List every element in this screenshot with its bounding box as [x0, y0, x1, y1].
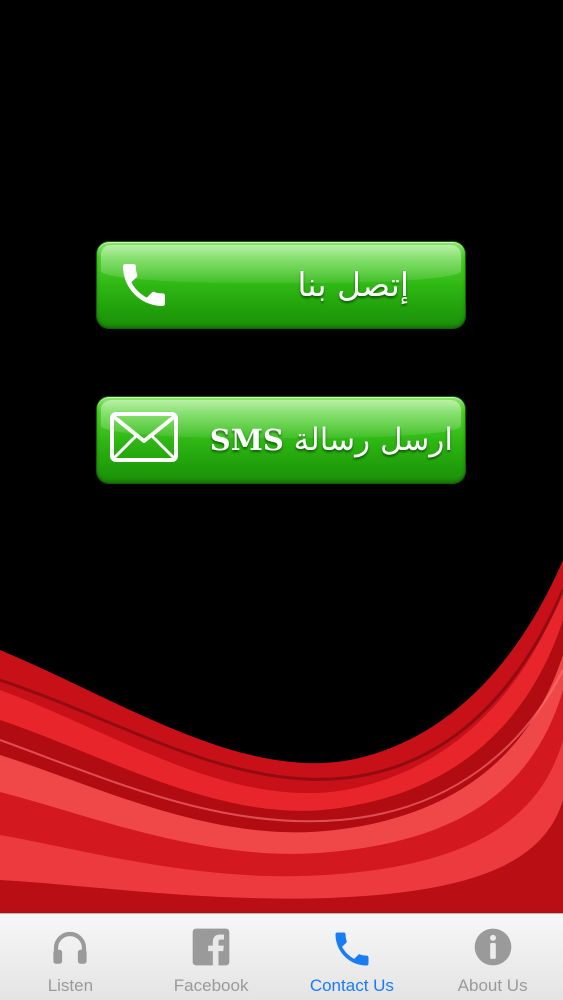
tab-facebook-label: Facebook: [173, 976, 249, 995]
tab-about-us[interactable]: About Us: [422, 914, 563, 1000]
phone-icon: [330, 927, 374, 975]
tab-facebook[interactable]: Facebook: [141, 914, 282, 1000]
headphones-icon: [49, 927, 91, 973]
send-sms-label-en: SMS: [209, 423, 284, 457]
envelope-icon: [109, 411, 179, 467]
phone-icon: [115, 257, 173, 317]
call-us-label: إتصل بنا: [297, 265, 409, 304]
tab-bar: Listen Facebook Contact Us About Us: [0, 913, 563, 1000]
tab-listen-label: Listen: [47, 976, 94, 995]
send-sms-label: ارسل رسالة SMS: [210, 397, 453, 483]
tab-listen[interactable]: Listen: [0, 914, 141, 1000]
tab-about-us-label: About Us: [457, 976, 528, 995]
facebook-icon: [191, 927, 231, 971]
send-sms-button[interactable]: ارسل رسالة SMS: [97, 397, 465, 483]
tab-contact-us[interactable]: Contact Us: [282, 914, 423, 1000]
content-area: إتصل بنا ارسل رسالة SMS: [0, 0, 563, 913]
info-icon: [473, 927, 513, 971]
send-sms-label-ar: ارسل رسالة: [293, 422, 453, 458]
tab-contact-us-label: Contact Us: [309, 976, 394, 995]
call-us-button[interactable]: إتصل بنا: [97, 242, 465, 328]
